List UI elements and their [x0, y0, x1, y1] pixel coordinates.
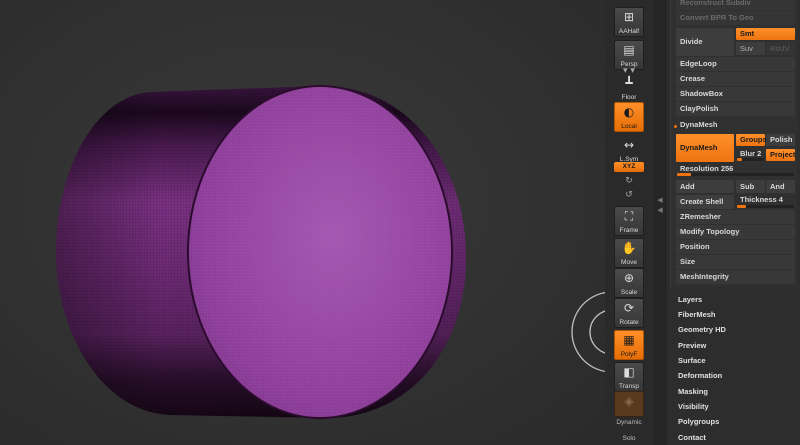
rotate-button[interactable]: ⟳ Rotate	[614, 298, 644, 328]
move-button[interactable]: ✋ Move	[614, 238, 644, 268]
local-button[interactable]: ◐ Local	[614, 102, 644, 132]
geometry-hd-section[interactable]: Geometry HD	[678, 324, 726, 336]
dynamesh-button[interactable]: DynaMesh	[676, 134, 734, 162]
meshintegrity-section[interactable]: MeshIntegrity	[676, 270, 795, 284]
reconstruct-subdiv-button[interactable]: Reconstruct Subdiv	[676, 0, 795, 10]
lsym-button[interactable]: ↔ L.Sym	[614, 135, 644, 165]
transparency-icon: ◧	[623, 365, 635, 379]
aahalf-icon: ⊞	[623, 10, 635, 24]
tool-palette: Reconstruct Subdiv Convert BPR To Geo Di…	[667, 0, 800, 445]
geometry-subpalette: Reconstruct Subdiv Convert BPR To Geo Di…	[670, 0, 797, 287]
smt-toggle[interactable]: Smt	[736, 28, 795, 40]
rotate-label: Rotate	[619, 319, 639, 326]
suv-toggle[interactable]: Suv	[736, 42, 765, 55]
polyframe-icon: ▦	[623, 333, 635, 347]
divide-button[interactable]: Divide	[676, 28, 734, 56]
position-section[interactable]: Position	[676, 240, 795, 254]
rsuv-toggle[interactable]: RsUV	[766, 42, 795, 55]
move-label: Move	[621, 259, 637, 266]
masking-section[interactable]: Masking	[678, 386, 708, 398]
edgeloop-section[interactable]: EdgeLoop	[676, 57, 795, 71]
dynamesh-section-header[interactable]: DynaMesh	[676, 118, 795, 132]
resolution-slider-track[interactable]	[677, 173, 794, 176]
thickness-slider-track[interactable]	[737, 205, 794, 208]
fibermesh-section[interactable]: FiberMesh	[678, 309, 716, 321]
dynamic-icon: ◈	[624, 394, 634, 408]
claypolish-section[interactable]: ClayPolish	[676, 102, 795, 116]
perspective-icon: ▤	[623, 43, 635, 57]
scale-icon: ⊕	[623, 271, 635, 285]
convert-bpr-button[interactable]: Convert BPR To Geo	[676, 11, 795, 25]
and-button[interactable]: And	[766, 180, 795, 193]
layers-section[interactable]: Layers	[678, 294, 702, 306]
scale-button[interactable]: ⊕ Scale	[614, 268, 644, 298]
viewport-canvas[interactable]	[0, 0, 612, 445]
visibility-section[interactable]: Visibility	[678, 401, 709, 413]
shadowbox-section[interactable]: ShadowBox	[676, 87, 795, 101]
add-button[interactable]: Add	[676, 180, 734, 193]
size-section[interactable]: Size	[676, 255, 795, 269]
contact-section[interactable]: Contact	[678, 432, 706, 444]
local-label: Local	[621, 123, 637, 130]
lsym-icon: ↔	[623, 138, 635, 152]
solo-label[interactable]: Solo	[605, 435, 653, 442]
frame-button[interactable]: ⛶ Frame	[614, 206, 644, 236]
groups-toggle[interactable]: Groups	[736, 134, 767, 146]
blur-slider-track[interactable]	[737, 158, 764, 161]
sub-button[interactable]: Sub	[736, 180, 765, 193]
frame-label: Frame	[619, 227, 639, 234]
zremesher-section[interactable]: ZRemesher	[676, 210, 795, 224]
aahalf-label: AAHalf	[618, 28, 640, 35]
dynamic-button[interactable]: ◈	[614, 391, 644, 417]
scale-label: Scale	[620, 289, 638, 296]
tray-collapse-icon-2[interactable]: ◀	[655, 206, 665, 214]
right-shelf: ⊞ AAHalf ▤ Persp ▾ ▾ ┻ Floor ◐ Local ↔ L…	[605, 0, 653, 445]
modify-topology-section[interactable]: Modify Topology	[676, 225, 795, 239]
create-shell-button[interactable]: Create Shell	[676, 195, 734, 209]
polish-toggle[interactable]: Polish	[766, 134, 795, 146]
polyf-label: PolyF	[620, 351, 638, 358]
crease-section[interactable]: Crease	[676, 72, 795, 86]
dynamic-label: Dynamic	[616, 419, 642, 426]
tray-scroll-strip[interactable]: ◀ ◀	[653, 0, 667, 445]
polyf-button[interactable]: ▦ PolyF	[614, 330, 644, 360]
polygroups-section[interactable]: Polygroups	[678, 416, 719, 428]
move-hand-icon: ✋	[621, 241, 637, 255]
floor-label: Floor	[621, 94, 637, 101]
frame-icon: ⛶	[624, 209, 634, 223]
floor-icon: ┻	[625, 76, 633, 90]
preview-section[interactable]: Preview	[678, 340, 706, 352]
aahalf-button[interactable]: ⊞ AAHalf	[614, 7, 644, 37]
surface-section[interactable]: Surface	[678, 355, 706, 367]
floor-button[interactable]: ┻ Floor	[614, 73, 644, 103]
project-toggle[interactable]: Project	[766, 149, 795, 161]
gyro-gizmo[interactable]	[0, 0, 612, 445]
xyz-toggle[interactable]: XYZ	[614, 162, 644, 172]
transp-label: Transp	[619, 383, 639, 390]
tray-collapse-icon[interactable]: ◀	[655, 196, 665, 204]
transp-button[interactable]: ◧ Transp	[614, 362, 644, 392]
rotate-icon: ⟳	[623, 301, 635, 315]
rotate-z-icon[interactable]: ↺	[614, 190, 644, 200]
deformation-section[interactable]: Deformation	[678, 370, 722, 382]
rotate-y-icon[interactable]: ↻	[614, 176, 644, 186]
local-icon: ◐	[623, 105, 635, 119]
